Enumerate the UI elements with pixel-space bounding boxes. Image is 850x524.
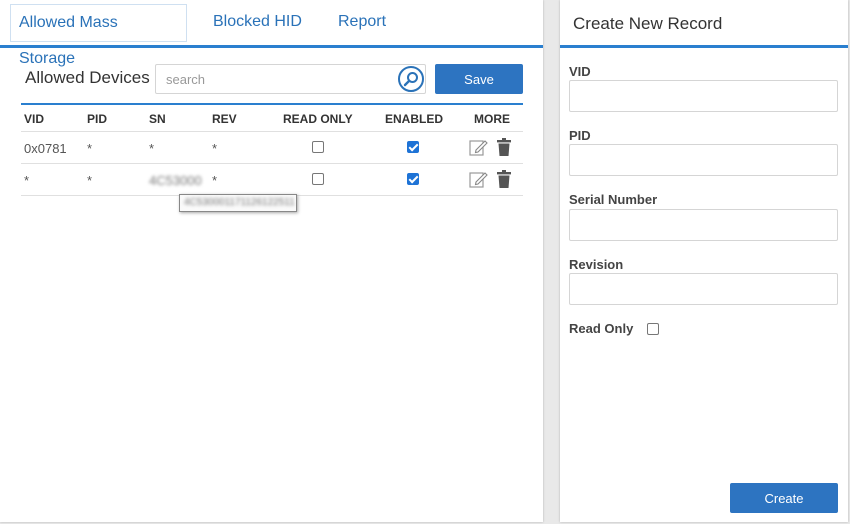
revision-field[interactable]	[569, 273, 838, 305]
read-only-checkbox[interactable]	[647, 323, 659, 335]
cell-vid: 0x0781	[24, 141, 67, 156]
create-header: Create New Record	[560, 0, 848, 48]
cell-vid: *	[24, 173, 30, 188]
table-row[interactable]: 0x0781 * * *	[21, 132, 523, 164]
pid-field[interactable]	[569, 144, 838, 176]
table-header: VID PID SN REV READ ONLY ENABLED MORE	[21, 105, 523, 132]
section-title: Allowed Devices	[25, 68, 150, 87]
vid-field[interactable]	[569, 80, 838, 112]
col-pid[interactable]: PID	[87, 112, 107, 126]
cell-sn: 4C53000	[149, 173, 202, 188]
create-title: Create New Record	[573, 14, 723, 33]
tab-report[interactable]: Report	[330, 4, 394, 42]
devices-table: VID PID SN REV READ ONLY ENABLED MORE 0x…	[21, 103, 523, 212]
save-button[interactable]: Save	[435, 64, 523, 94]
col-vid[interactable]: VID	[24, 112, 44, 126]
read-only-checkbox[interactable]	[312, 141, 324, 153]
col-rev[interactable]: REV	[212, 112, 237, 126]
cell-sn: *	[149, 141, 155, 156]
serial-number-field[interactable]	[569, 209, 838, 241]
cell-rev: *	[212, 141, 218, 156]
serial-number-label: Serial Number	[569, 192, 658, 207]
vid-label: VID	[569, 64, 591, 79]
tab-bar: Allowed Mass Storage Blocked HID Report	[0, 0, 543, 67]
cell-pid: *	[87, 141, 93, 156]
enabled-checkbox[interactable]	[407, 173, 419, 185]
search-icon[interactable]	[398, 66, 424, 92]
edit-icon[interactable]	[469, 170, 488, 194]
tooltip-text: 4C530001171126122511	[184, 197, 295, 208]
trash-icon[interactable]	[497, 138, 511, 161]
cell-pid: *	[87, 173, 93, 188]
search-box	[155, 64, 426, 94]
col-more[interactable]: MORE	[474, 112, 510, 126]
edit-icon[interactable]	[469, 138, 488, 162]
create-button[interactable]: Create	[730, 483, 838, 513]
enabled-checkbox[interactable]	[407, 141, 419, 153]
col-enabled[interactable]: ENABLED	[385, 112, 443, 126]
revision-label: Revision	[569, 257, 624, 272]
read-only-checkbox[interactable]	[312, 173, 324, 185]
create-record-panel: Create New Record VID PID Serial Number …	[560, 0, 848, 522]
col-read-only[interactable]: READ ONLY	[283, 112, 353, 126]
cell-rev: *	[212, 173, 218, 188]
tab-blocked-hid[interactable]: Blocked HID	[205, 4, 310, 42]
serial-tooltip: 4C530001171126122511	[179, 194, 297, 212]
pid-label: PID	[569, 128, 591, 143]
search-input[interactable]	[156, 65, 392, 93]
allowed-devices-panel: Allowed Mass Storage Blocked HID Report …	[0, 0, 543, 522]
trash-icon[interactable]	[497, 170, 511, 193]
col-sn[interactable]: SN	[149, 112, 166, 126]
tab-allowed-mass-storage[interactable]: Allowed Mass Storage	[10, 4, 187, 67]
read-only-label: Read Only	[569, 321, 634, 336]
table-row[interactable]: * * 4C53000 *	[21, 164, 523, 196]
